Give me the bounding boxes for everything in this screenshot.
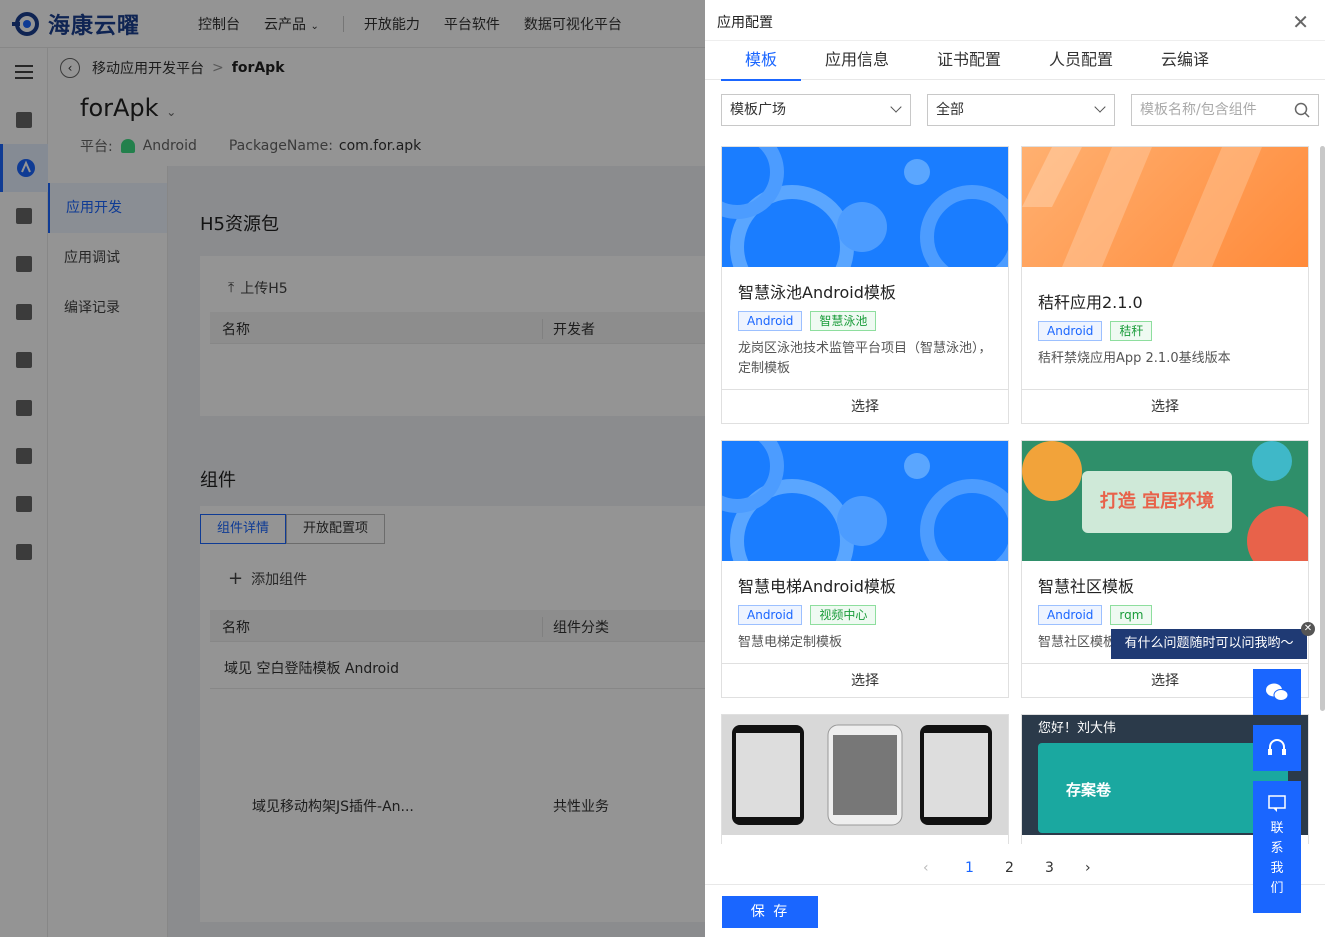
drawer-tabs: 模板 应用信息 证书配置 人员配置 云编译 bbox=[705, 40, 1325, 81]
template-desc: 龙岗区泳池技术监管平台项目（智慧泳池），定制模板 bbox=[738, 341, 992, 376]
template-card[interactable]: 智慧泳池Android模板 Android 智慧泳池 龙岗区泳池技术监管平台项目（… bbox=[721, 146, 1009, 424]
tab-member-config[interactable]: 人员配置 bbox=[1041, 41, 1121, 81]
page-1[interactable]: 1 bbox=[965, 860, 974, 876]
close-icon[interactable]: ✕ bbox=[1292, 12, 1309, 32]
search-placeholder: 模板名称/包含组件 bbox=[1140, 102, 1257, 118]
template-name: 秸秆应用2.1.0 bbox=[1038, 293, 1143, 312]
template-card[interactable]: 智慧电梯Android模板 Android 视频中心 智慧电梯定制模板 选择 bbox=[721, 440, 1009, 698]
tag-platform: Android bbox=[738, 605, 803, 625]
tab-cloud-build[interactable]: 云编译 bbox=[1145, 41, 1225, 81]
thumbnail-greeting: 您好！刘大伟 bbox=[1038, 721, 1117, 736]
page-2[interactable]: 2 bbox=[1005, 860, 1014, 876]
choose-button[interactable]: 选择 bbox=[722, 663, 1008, 697]
thumbnail-label: 存案卷 bbox=[1066, 781, 1112, 799]
tag-platform: Android bbox=[738, 311, 803, 331]
chevron-down-icon bbox=[890, 101, 902, 113]
headset-icon[interactable] bbox=[1253, 725, 1301, 771]
template-thumbnail bbox=[722, 441, 1008, 561]
app-config-drawer: 应用配置 ✕ 模板 应用信息 证书配置 人员配置 云编译 模板广场 全部 模板名… bbox=[705, 0, 1325, 937]
category-select[interactable]: 全部 bbox=[927, 94, 1115, 126]
tab-app-info[interactable]: 应用信息 bbox=[817, 41, 897, 81]
modal-overlay[interactable] bbox=[0, 0, 705, 937]
contact-us-button[interactable]: 联系我们 bbox=[1253, 781, 1301, 913]
template-thumbnail bbox=[722, 147, 1008, 267]
tag-category: 智慧泳池 bbox=[810, 311, 877, 331]
thumbnail-banner-text: 打造 宜居环境 bbox=[1099, 491, 1215, 512]
search-icon[interactable] bbox=[1294, 102, 1310, 118]
template-desc: 秸秆禁烧应用App 2.1.0基线版本 bbox=[1038, 351, 1231, 366]
tag-platform: Android bbox=[1038, 321, 1103, 341]
template-name: 智慧电梯Android模板 bbox=[738, 577, 896, 596]
template-thumbnail: 打造 宜居环境 bbox=[1022, 441, 1308, 561]
template-card[interactable] bbox=[721, 714, 1009, 844]
wechat-icon[interactable] bbox=[1253, 669, 1301, 715]
template-source-select[interactable]: 模板广场 bbox=[721, 94, 911, 126]
template-thumbnail bbox=[722, 715, 1008, 835]
tag-category: 视频中心 bbox=[810, 605, 877, 625]
next-page-icon[interactable]: › bbox=[1085, 860, 1091, 876]
template-name: 智慧泳池Android模板 bbox=[738, 283, 896, 302]
help-tooltip: 有什么问题随时可以问我哟～ bbox=[1111, 629, 1307, 659]
contact-us-label: 联系我们 bbox=[1270, 821, 1284, 896]
prev-page-icon[interactable]: ‹ bbox=[923, 860, 929, 876]
chevron-down-icon bbox=[1094, 101, 1106, 113]
choose-button[interactable]: 选择 bbox=[722, 389, 1008, 423]
tag-category: 秸秆 bbox=[1110, 321, 1153, 341]
tag-platform: Android bbox=[1038, 605, 1103, 625]
template-thumbnail bbox=[1022, 147, 1308, 267]
category-value: 全部 bbox=[936, 102, 964, 118]
message-icon bbox=[1268, 795, 1286, 812]
footer-divider bbox=[705, 884, 1325, 885]
tab-cert-config[interactable]: 证书配置 bbox=[929, 41, 1009, 81]
save-button[interactable]: 保 存 bbox=[722, 896, 818, 928]
template-card[interactable]: 打造 宜居环境 智慧社区模板 Android rqm 智慧社区模板 选择 bbox=[1021, 440, 1309, 698]
template-search-input[interactable]: 模板名称/包含组件 bbox=[1131, 94, 1319, 126]
choose-button[interactable]: 选择 bbox=[1022, 389, 1308, 423]
scrollbar[interactable] bbox=[1320, 146, 1325, 711]
drawer-title: 应用配置 bbox=[717, 15, 773, 31]
template-name: 智慧社区模板 bbox=[1038, 577, 1135, 596]
tab-template[interactable]: 模板 bbox=[721, 41, 801, 81]
template-card[interactable]: 秸秆应用2.1.0 Android 秸秆 秸秆禁烧应用App 2.1.0基线版本 … bbox=[1021, 146, 1309, 424]
page-3[interactable]: 3 bbox=[1045, 860, 1054, 876]
template-source-value: 模板广场 bbox=[730, 102, 786, 118]
tooltip-close-icon[interactable]: ✕ bbox=[1301, 622, 1315, 636]
tag-category: rqm bbox=[1110, 605, 1153, 625]
